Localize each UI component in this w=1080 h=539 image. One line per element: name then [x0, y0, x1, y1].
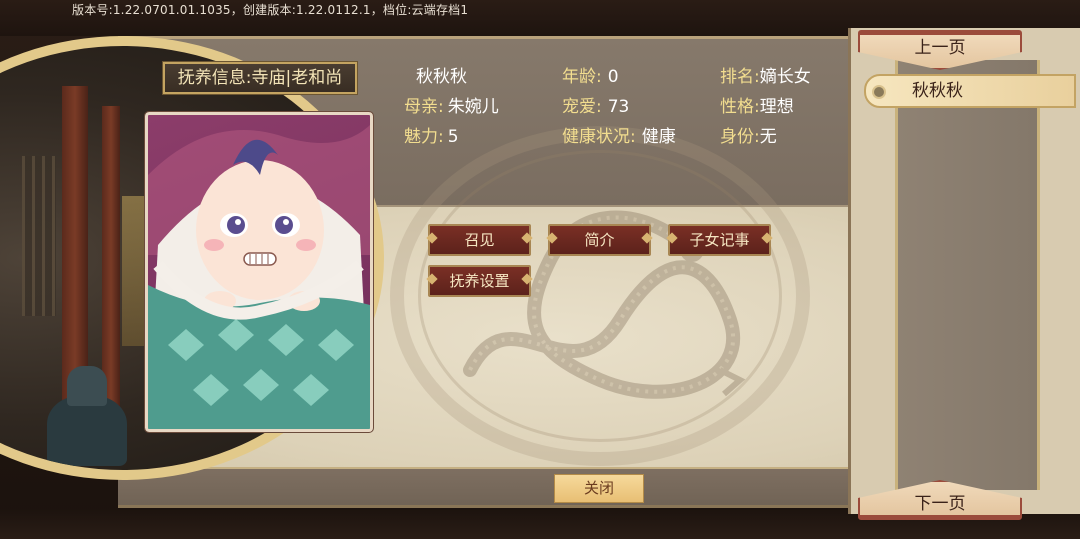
health-value: 健康: [641, 127, 676, 147]
charm-label: 魅力:: [404, 127, 444, 147]
intro-button[interactable]: 简介: [548, 224, 651, 256]
summon-button[interactable]: 召见: [428, 224, 531, 256]
mother-field: 母亲: 朱婉儿: [404, 92, 499, 117]
status-field: 身份:无: [720, 122, 777, 147]
rank-field: 排名:嫡长女: [720, 62, 811, 87]
personality-field: 性格:理想: [720, 92, 794, 117]
upbringing-info-tab: 抚养信息:寺庙|老和尚: [162, 61, 358, 95]
rank-value: 嫡长女: [759, 67, 811, 87]
age-field: 年龄: 0: [562, 62, 619, 87]
health-field: 健康状况: 健康: [562, 122, 676, 147]
incense-burner-lid: [67, 366, 107, 406]
upbringing-settings-button[interactable]: 抚养设置: [428, 265, 531, 297]
favor-label: 宠爱:: [562, 97, 602, 117]
child-list-item-label: 秋秋秋: [912, 81, 963, 101]
close-button[interactable]: 关闭: [554, 474, 644, 503]
child-list-item[interactable]: 秋秋秋: [864, 74, 1076, 108]
panel-footer: [118, 467, 848, 505]
mother-value: 朱婉儿: [447, 97, 499, 117]
child-records-button[interactable]: 子女记事: [668, 224, 771, 256]
health-label: 健康状况:: [562, 127, 636, 147]
child-list-scroll[interactable]: [895, 60, 1040, 490]
game-screen: 抚养信息:寺庙|老和尚 秋秋秋 年龄: 0 排名:嫡长女 母亲: 朱婉儿 宠爱:…: [0, 0, 1080, 539]
personality-label: 性格:: [720, 97, 760, 117]
scene-window: [22, 156, 56, 316]
personality-value: 理想: [759, 97, 794, 117]
dragon-emblem-icon: [463, 210, 746, 399]
age-value: 0: [607, 67, 619, 87]
child-portrait-card: [144, 111, 374, 433]
status-value: 无: [759, 127, 777, 147]
age-label: 年龄:: [562, 67, 602, 87]
selected-indicator-icon: [872, 85, 886, 99]
rank-label: 排名:: [720, 67, 760, 87]
favor-value: 73: [607, 97, 630, 117]
child-name: 秋秋秋: [416, 62, 467, 87]
version-info: 版本号:1.22.0701.01.1035，创建版本:1.22.0112.1，档…: [72, 3, 469, 17]
child-name-value: 秋秋秋: [416, 67, 467, 87]
favor-field: 宠爱: 73: [562, 92, 629, 117]
charm-value: 5: [447, 127, 459, 147]
incense-burner: [47, 396, 127, 466]
baby-portrait: [148, 125, 370, 429]
charm-field: 魅力: 5: [404, 122, 459, 147]
status-label: 身份:: [720, 127, 760, 147]
mother-label: 母亲:: [404, 97, 444, 117]
